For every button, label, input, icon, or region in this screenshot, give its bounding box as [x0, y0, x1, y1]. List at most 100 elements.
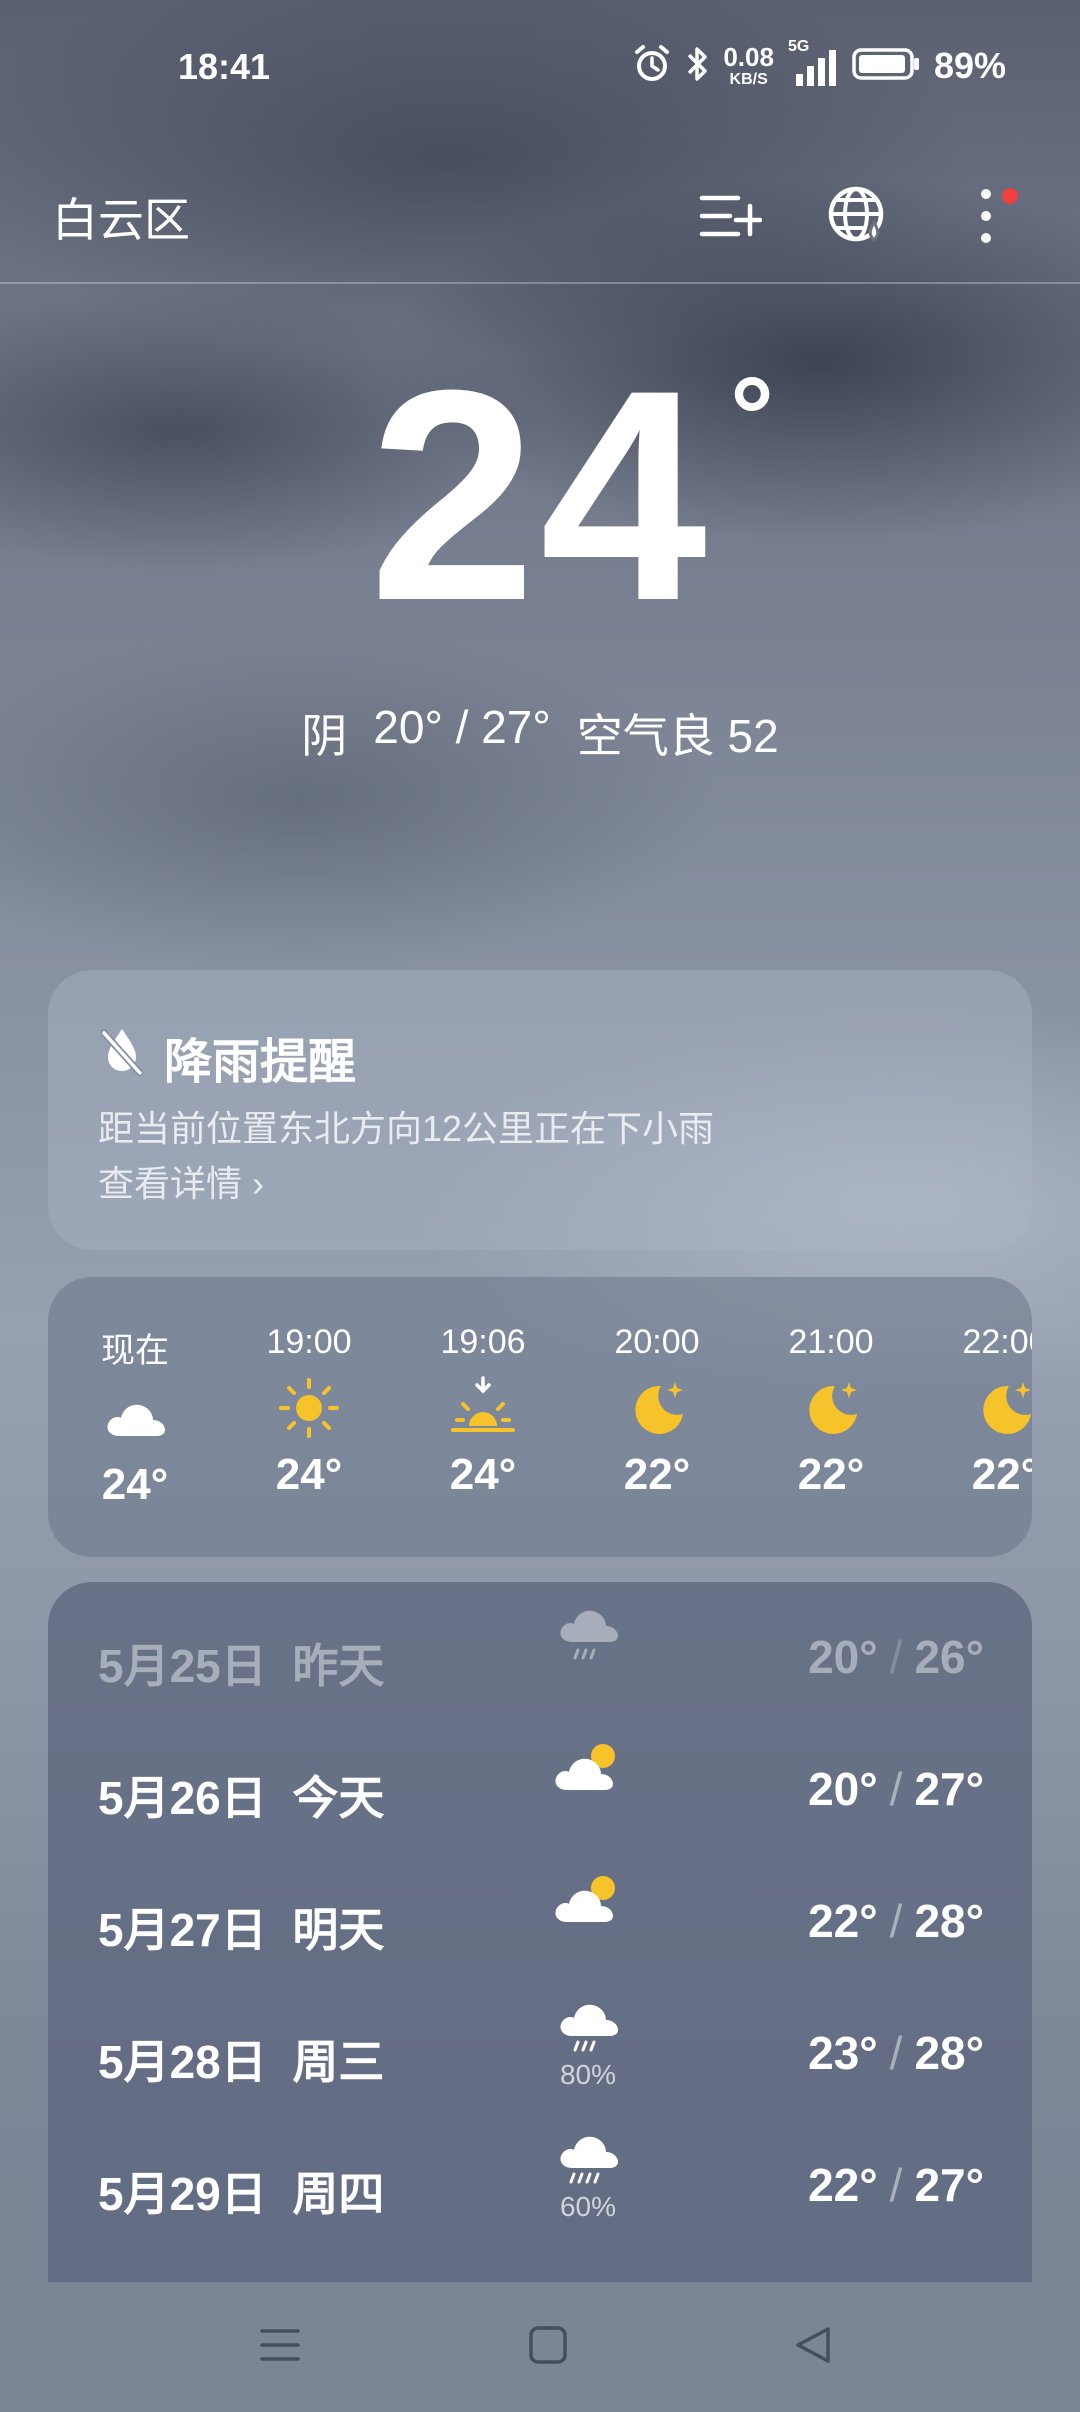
hourly-item: 22:00 22° — [940, 1323, 1032, 1500]
hourly-temp: 22° — [623, 1450, 691, 1499]
daily-date: 5月27日 — [98, 1904, 267, 1956]
daily-date-label: 5月27日 明天 — [98, 1894, 384, 1960]
daily-temp-range: 20°/26° — [808, 1631, 984, 1683]
daily-row[interactable]: 5月26日 今天 20°/27° — [48, 1722, 1032, 1854]
rain-alert-title-row: 降雨提醒 — [98, 1022, 356, 1092]
battery-percent: 89% — [933, 45, 1006, 86]
rain-cloud-icon: 60% — [548, 2136, 628, 2223]
network-type: 5G — [787, 38, 810, 55]
rain-off-icon — [98, 1025, 146, 1089]
hourly-item: 现在 24° — [70, 1323, 200, 1510]
daily-date: 5月25日 — [98, 1640, 267, 1692]
daily-day: 今天 — [292, 1772, 385, 1824]
globe-weather-icon — [826, 184, 890, 253]
bluetooth-icon — [685, 45, 709, 88]
daily-day: 周三 — [292, 2036, 385, 2088]
daily-low: 20° — [808, 1631, 878, 1683]
moon-icon — [940, 1368, 1032, 1448]
daily-low: 22° — [808, 1895, 878, 1947]
daily-low: 20° — [808, 1763, 878, 1815]
hourly-temp: 22° — [971, 1450, 1032, 1499]
status-bar: 18:41 0.08 KB/S 5G 89% — [0, 0, 1080, 140]
daily-pop: 60% — [559, 2191, 617, 2222]
daily-day: 周四 — [292, 2168, 385, 2220]
daily-date-label: 5月28日 周三 — [98, 2026, 384, 2092]
air-quality[interactable]: 空气良 52 — [577, 700, 779, 766]
status-icons: 0.08 KB/S 5G 89% — [633, 38, 1006, 89]
hourly-time: 20:00 — [614, 1323, 700, 1361]
daily-low: 23° — [808, 2027, 878, 2079]
hourly-temp: 24° — [101, 1460, 169, 1509]
cloud-icon — [70, 1378, 200, 1458]
hourly-time: 22:00 — [962, 1323, 1032, 1361]
globe-weather-button[interactable] — [818, 178, 898, 258]
alarm-icon — [633, 44, 671, 89]
home-button[interactable] — [508, 2312, 588, 2382]
back-button[interactable] — [774, 2312, 854, 2382]
daily-pop: 80% — [559, 2059, 617, 2090]
daily-high: 28° — [914, 1895, 984, 1947]
daily-date-label: 5月29日 周四 — [98, 2158, 384, 2224]
rain-alert-details-link[interactable]: 查看详情 › — [98, 1155, 264, 1207]
current-summary: 阴 20° / 27° 空气良 52 — [0, 700, 1080, 766]
hourly-temp: 22° — [797, 1450, 865, 1499]
temperature-value: 24 — [369, 327, 711, 663]
temp-range: 20° / 27° — [373, 701, 551, 753]
daily-row[interactable]: 5月28日 周三 80% 23°/28° — [48, 1986, 1032, 2118]
daily-row[interactable]: 5月29日 周四 60% 22°/27° — [48, 2118, 1032, 2250]
battery-icon — [852, 47, 920, 86]
daily-high: 26° — [914, 1631, 984, 1683]
hourly-time: 21:00 — [788, 1323, 874, 1361]
header: 白云区 — [0, 160, 1080, 284]
moon-icon — [592, 1368, 722, 1448]
daily-temp-range: 22°/27° — [808, 2159, 984, 2211]
current-temperature: 24 — [0, 345, 1080, 645]
home-icon — [528, 2325, 568, 2370]
partly-cloudy-icon — [548, 1740, 628, 1799]
notification-dot — [1002, 188, 1018, 204]
daily-temp-range: 20°/27° — [808, 1763, 984, 1815]
sun-icon — [244, 1368, 374, 1448]
more-vert-icon — [976, 186, 996, 251]
signal-icon: 5G — [788, 38, 838, 86]
partly-cloudy-icon — [548, 1872, 628, 1931]
hourly-time: 19:06 — [440, 1323, 526, 1361]
sunset-icon — [418, 1368, 548, 1448]
rain-alert-description: 距当前位置东北方向12公里正在下小雨 — [98, 1108, 715, 1149]
hourly-temp: 24° — [275, 1450, 343, 1499]
hourly-item: 20:00 22° — [592, 1323, 722, 1500]
city-list-add-button[interactable] — [690, 178, 770, 258]
navigation-bar — [0, 2282, 1080, 2412]
recent-apps-button[interactable] — [240, 2312, 320, 2382]
condition-text: 阴 — [301, 710, 348, 762]
hourly-time: 19:00 — [266, 1323, 352, 1361]
daily-temp-range: 23°/28° — [808, 2027, 984, 2079]
daily-high: 28° — [914, 2027, 984, 2079]
rain-cloud-icon: 80% — [548, 2004, 628, 2091]
rain-alert-card[interactable]: 降雨提醒 距当前位置东北方向12公里正在下小雨 查看详情 › — [48, 970, 1032, 1250]
daily-day: 明天 — [292, 1904, 385, 1956]
daily-date: 5月28日 — [98, 2036, 267, 2088]
hourly-temp: 24° — [449, 1450, 517, 1499]
daily-day: 昨天 — [292, 1640, 385, 1692]
hourly-item: 19:00 24° — [244, 1323, 374, 1500]
moon-icon — [766, 1368, 896, 1448]
daily-date: 5月26日 — [98, 1772, 267, 1824]
net-speed-value: 0.08 — [723, 42, 774, 72]
city-list-add-icon — [698, 188, 763, 249]
network-speed: 0.08 KB/S — [723, 44, 774, 88]
hourly-item: 21:00 22° — [766, 1323, 896, 1500]
net-speed-unit: KB/S — [729, 71, 768, 88]
more-button[interactable] — [946, 178, 1026, 258]
city-name[interactable]: 白云区 — [52, 184, 190, 250]
hourly-forecast-card[interactable]: 现在 24° 19:00 24° 19:06 24° 20:00 22° 21:… — [48, 1277, 1032, 1557]
daily-date-label: 5月25日 昨天 — [98, 1630, 384, 1696]
hourly-time: 现在 — [101, 1332, 169, 1370]
daily-date: 5月29日 — [98, 2168, 267, 2220]
daily-forecast-card[interactable]: 5月25日 昨天 20°/26° 5月26日 今天 20°/27° 5月27日 … — [48, 1582, 1032, 2282]
hourly-item: 19:06 24° — [418, 1323, 548, 1500]
daily-date-label: 5月26日 今天 — [98, 1762, 384, 1828]
daily-row[interactable]: 5月25日 昨天 20°/26° — [48, 1590, 1032, 1722]
daily-row[interactable]: 5月27日 明天 22°/28° — [48, 1854, 1032, 1986]
status-time: 18:41 — [178, 46, 271, 87]
